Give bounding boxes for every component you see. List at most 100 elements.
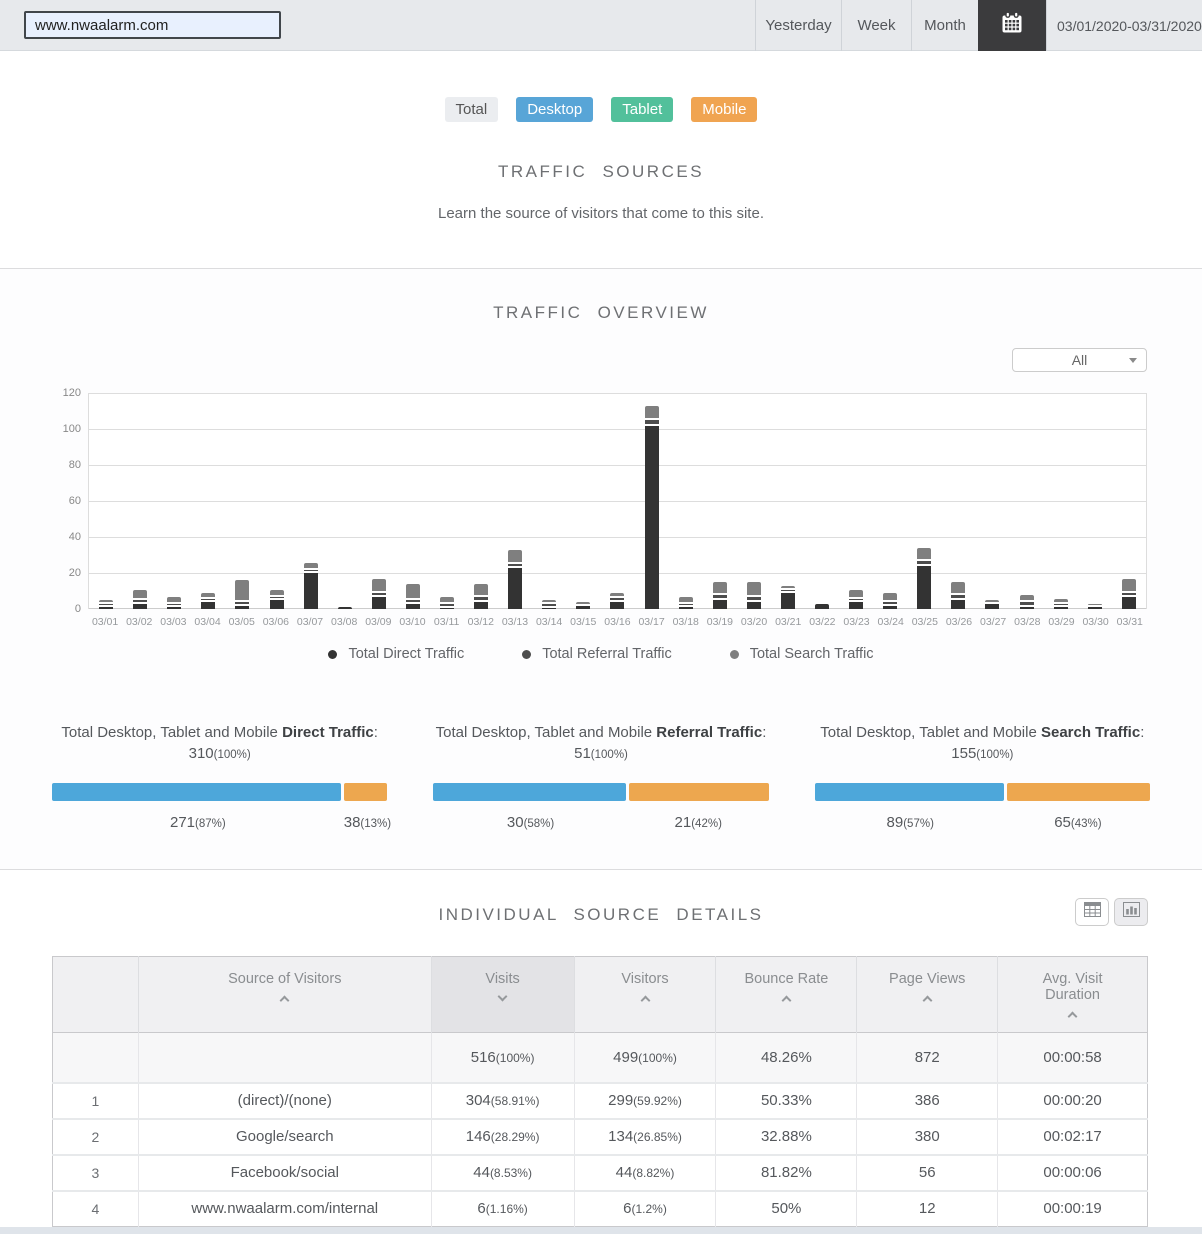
table-cell: 1 [52, 1081, 139, 1119]
bar-segment [337, 607, 352, 609]
x-axis-tick: 03/12 [467, 616, 494, 628]
bar-slot [498, 393, 532, 609]
bar-slot [225, 393, 259, 609]
x-axis-tick: 03/26 [945, 616, 973, 628]
legend-item[interactable]: Total Direct Traffic [328, 646, 464, 662]
y-axis-tick: 120 [62, 387, 81, 399]
bar-segment [917, 560, 932, 564]
url-input[interactable] [24, 11, 281, 39]
table-view-button[interactable] [1075, 898, 1109, 926]
stacked-bar[interactable] [678, 596, 693, 609]
details-title: INDIVIDUAL SOURCE DETAILS [438, 905, 764, 924]
stacked-bar[interactable] [337, 607, 352, 609]
stacked-bar[interactable] [610, 593, 625, 609]
stacked-bar[interactable] [542, 600, 557, 609]
stacked-bar[interactable] [1121, 578, 1136, 609]
sort-chevron-down-icon [497, 991, 508, 1002]
cell-value: 304 [465, 1092, 491, 1109]
summary-values: 30(58%) 21(42%) [506, 814, 722, 831]
stacked-bar[interactable] [439, 596, 454, 609]
stacked-bar[interactable] [917, 548, 932, 609]
stacked-bar[interactable] [712, 582, 727, 609]
column-header-visits[interactable]: Visits [430, 956, 575, 1033]
date-range-label[interactable]: 03/01/2020-03/31/2020 [1046, 0, 1202, 51]
desktop-mobile-progress-bar [433, 783, 769, 801]
filter-tablet-button[interactable]: Tablet [611, 97, 674, 122]
stacked-bar[interactable] [167, 596, 182, 609]
x-axis-tick: 03/23 [843, 616, 870, 628]
column-header-page-views[interactable]: Page Views [856, 956, 998, 1033]
stacked-bar[interactable] [985, 600, 1000, 609]
yesterday-button[interactable]: Yesterday [755, 0, 841, 51]
stacked-bar[interactable] [474, 584, 489, 609]
bar-segment [1087, 607, 1102, 609]
stacked-bar[interactable] [99, 600, 114, 609]
bar-slot [532, 393, 566, 609]
x-axis-tick: 03/16 [604, 616, 631, 628]
x-axis-tick: 03/10 [399, 616, 426, 628]
table-cell: Facebook/social [137, 1153, 432, 1191]
bar-segment [508, 567, 523, 609]
table-cell: 50% [715, 1189, 857, 1227]
summary-title: Total Desktop, Tablet and Mobile Referra… [435, 724, 767, 741]
chart-view-button[interactable] [1114, 898, 1148, 926]
stacked-bar[interactable] [746, 582, 761, 609]
cell-percent: (100%) [495, 1050, 535, 1065]
legend-dot-icon [522, 649, 532, 659]
stacked-bar[interactable] [951, 582, 966, 609]
desktop-bar-segment [52, 783, 342, 801]
stacked-bar[interactable] [849, 589, 864, 609]
bar-segment [1019, 594, 1034, 601]
x-axis-tick: 03/05 [228, 616, 255, 628]
stacked-bar[interactable] [576, 602, 591, 609]
month-button[interactable]: Month [911, 0, 978, 51]
stacked-bar[interactable] [780, 586, 795, 609]
x-axis-tick: 03/13 [501, 616, 529, 628]
legend-item[interactable]: Total Referral Traffic [522, 646, 672, 662]
bar-slot [873, 393, 907, 609]
stacked-bar[interactable] [644, 405, 659, 609]
table-cell: 6(1.2%) [573, 1189, 716, 1227]
column-header-avg-visit-duration[interactable]: Avg. Visit Duration [997, 956, 1148, 1033]
bar-slot [157, 393, 191, 609]
stacked-bar[interactable] [815, 603, 830, 609]
stacked-bar[interactable] [405, 584, 420, 609]
filter-mobile-button[interactable]: Mobile [691, 97, 758, 122]
legend-item[interactable]: Total Search Traffic [729, 646, 874, 662]
bar-segment [678, 603, 693, 606]
cell-value: 134 [608, 1128, 634, 1145]
filter-total-button[interactable]: Total [444, 97, 499, 122]
cell-percent: (100%) [638, 1050, 677, 1065]
table-cell: 48.26% [715, 1032, 857, 1083]
table-cell: 872 [856, 1032, 998, 1083]
column-header-source-of-visitors[interactable]: Source of Visitors [137, 956, 432, 1033]
stacked-bar[interactable] [303, 562, 318, 609]
calendar-button[interactable] [978, 0, 1046, 51]
stacked-bar[interactable] [1087, 603, 1102, 609]
bar-segment [951, 594, 966, 599]
stacked-bar[interactable] [235, 580, 250, 609]
bar-slot [1112, 393, 1146, 609]
stacked-bar[interactable] [883, 593, 898, 609]
column-header-visitors[interactable]: Visitors [573, 956, 716, 1033]
stacked-bar[interactable] [269, 589, 284, 609]
filter-desktop-button[interactable]: Desktop [516, 97, 594, 122]
date-controls: Yesterday Week Month 03/01/2020-03/31/20… [755, 0, 1202, 51]
bar-segment [985, 603, 1000, 609]
stacked-bar[interactable] [133, 589, 148, 609]
stacked-bar[interactable] [1019, 594, 1034, 609]
stacked-bar[interactable] [201, 593, 216, 609]
traffic-type-dropdown[interactable]: All [1012, 348, 1147, 372]
y-axis-tick: 0 [74, 603, 81, 615]
column-header-bounce-rate[interactable]: Bounce Rate [715, 956, 857, 1033]
summary-total: 310(100%) [188, 745, 251, 762]
stacked-bar[interactable] [1053, 598, 1068, 609]
stacked-bar[interactable] [508, 549, 523, 609]
x-axis-tick: 03/04 [194, 616, 221, 628]
week-button[interactable]: Week [841, 0, 911, 51]
table-cell: 2 [52, 1117, 139, 1155]
bar-segment [99, 607, 114, 609]
bar-slot [191, 393, 225, 609]
stacked-bar[interactable] [371, 578, 386, 609]
bar-segment [508, 564, 523, 566]
